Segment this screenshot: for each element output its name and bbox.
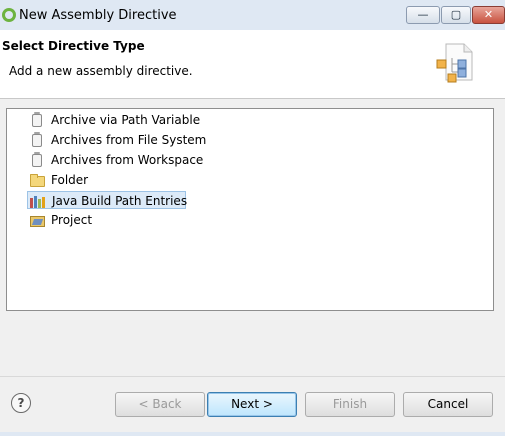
jar-icon [29, 112, 45, 127]
library-icon [30, 194, 46, 208]
directive-type-tree[interactable]: Archive via Path Variable Archives from … [6, 108, 494, 311]
jar-icon [29, 152, 45, 167]
tree-item-label: Folder [51, 173, 89, 187]
window-bottom-border [0, 432, 505, 436]
tree-item-label: Archive via Path Variable [51, 113, 201, 127]
window-title: New Assembly Directive [19, 8, 177, 23]
page-title: Select Directive Type [2, 39, 145, 53]
tree-item-label: Java Build Path Entries [52, 194, 188, 208]
close-button[interactable]: ✕ [472, 6, 505, 24]
cancel-button[interactable]: Cancel [403, 392, 493, 417]
tree-item-label: Project [51, 213, 93, 227]
wizard-banner-icon [436, 43, 473, 83]
jar-icon [29, 132, 45, 147]
back-button[interactable]: < Back [115, 392, 205, 417]
title-bar[interactable]: New Assembly Directive — ▢ ✕ [0, 0, 505, 30]
tree-item-label: Archives from Workspace [51, 153, 204, 167]
project-icon [29, 213, 45, 227]
maximize-button[interactable]: ▢ [441, 6, 471, 24]
help-icon[interactable]: ? [11, 393, 31, 413]
new-assembly-directive-dialog: New Assembly Directive — ▢ ✕ Select Dire… [0, 0, 505, 436]
tree-item-label: Archives from File System [51, 133, 207, 147]
page-description: Add a new assembly directive. [9, 64, 193, 78]
footer-separator [0, 376, 505, 377]
wizard-header: Select Directive Type Add a new assembly… [0, 30, 505, 99]
spring-leaf-icon [2, 8, 16, 22]
tree-item-java-build-path-entries[interactable]: Java Build Path Entries [27, 191, 188, 209]
minimize-button[interactable]: — [406, 6, 440, 24]
folder-icon [29, 173, 45, 187]
finish-button[interactable]: Finish [305, 392, 395, 417]
next-button[interactable]: Next > [207, 392, 297, 417]
